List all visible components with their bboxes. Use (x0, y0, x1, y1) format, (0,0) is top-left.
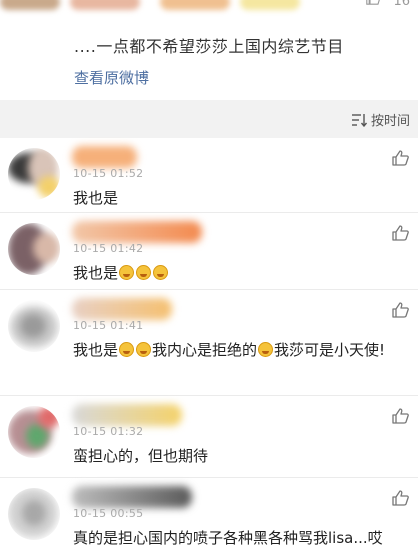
comment-timestamp: 10-15 01:41 (73, 319, 144, 332)
blurred-content (0, 0, 60, 10)
thumbs-up-icon[interactable] (366, 0, 382, 6)
sort-by-time-button[interactable]: 按时间 (351, 110, 410, 129)
blurred-username (72, 404, 182, 426)
blurred-username (72, 221, 202, 243)
blurred-username (72, 298, 172, 320)
post-excerpt: ....一点都不希望莎莎上国内综艺节目 (74, 37, 344, 56)
blurred-content (70, 0, 140, 10)
crying-face-emoji (119, 342, 135, 357)
crying-face-emoji (119, 265, 135, 280)
comment-text-content: 我也是 (73, 264, 119, 282)
comment-timestamp: 10-15 01:32 (73, 425, 144, 438)
avatar[interactable] (8, 223, 60, 275)
thumbs-up-icon[interactable] (392, 302, 409, 318)
comment-timestamp: 10-15 01:42 (73, 242, 144, 255)
thumbs-up-icon[interactable] (392, 408, 409, 424)
comment-item: 10-15 00:55 真的是担心国内的喷子各种黑各种骂我lisa...哎 (0, 478, 418, 555)
thumbs-up-icon[interactable] (392, 225, 409, 241)
comment-item: 10-15 01:52 我也是 (0, 138, 418, 213)
thumbs-up-icon[interactable] (392, 490, 409, 506)
avatar[interactable] (8, 300, 60, 352)
blurred-content (240, 0, 300, 10)
sort-lines-icon (351, 113, 367, 127)
avatar[interactable] (8, 406, 60, 458)
comment-text-part: 我也是 (73, 341, 119, 359)
comment-text: 真的是担心国内的喷子各种黑各种骂我lisa...哎 (73, 529, 383, 547)
blurred-username (72, 486, 192, 508)
comment-text: 我也是 (73, 261, 401, 285)
crying-face-emoji (153, 265, 169, 280)
comment-timestamp: 10-15 01:52 (73, 167, 144, 180)
avatar[interactable] (8, 148, 60, 200)
comment-text: 我也是 (73, 189, 119, 207)
crying-face-emoji (136, 342, 152, 357)
sort-bar: 按时间 (0, 100, 418, 138)
thumbs-up-icon[interactable] (392, 150, 409, 166)
sort-label: 按时间 (370, 114, 410, 129)
comment-item: 10-15 01:42 我也是 (0, 213, 418, 290)
comment-text: 我也是 我内心是拒绝的 我莎可是小天使! (73, 338, 401, 362)
blurred-username (72, 146, 137, 168)
crying-face-emoji (258, 342, 274, 357)
comment-item: 10-15 01:41 我也是 我内心是拒绝的 我莎可是小天使! (0, 290, 418, 396)
comment-timestamp: 10-15 00:55 (73, 507, 144, 520)
comment-item: 10-15 01:32 蛮担心的，但也期待 (0, 396, 418, 478)
like-count: 16 (393, 0, 410, 9)
comment-text-part: 我内心是拒绝的 (152, 341, 258, 359)
comment-text: 蛮担心的，但也期待 (73, 447, 209, 465)
original-post-card: 16 ....一点都不希望莎莎上国内综艺节目 查看原微博 (0, 0, 418, 100)
crying-face-emoji (136, 265, 152, 280)
avatar[interactable] (8, 488, 60, 540)
blurred-content (160, 0, 230, 10)
comment-text-part: 我莎可是小天使! (274, 341, 386, 359)
view-original-link[interactable]: 查看原微博 (74, 67, 149, 88)
